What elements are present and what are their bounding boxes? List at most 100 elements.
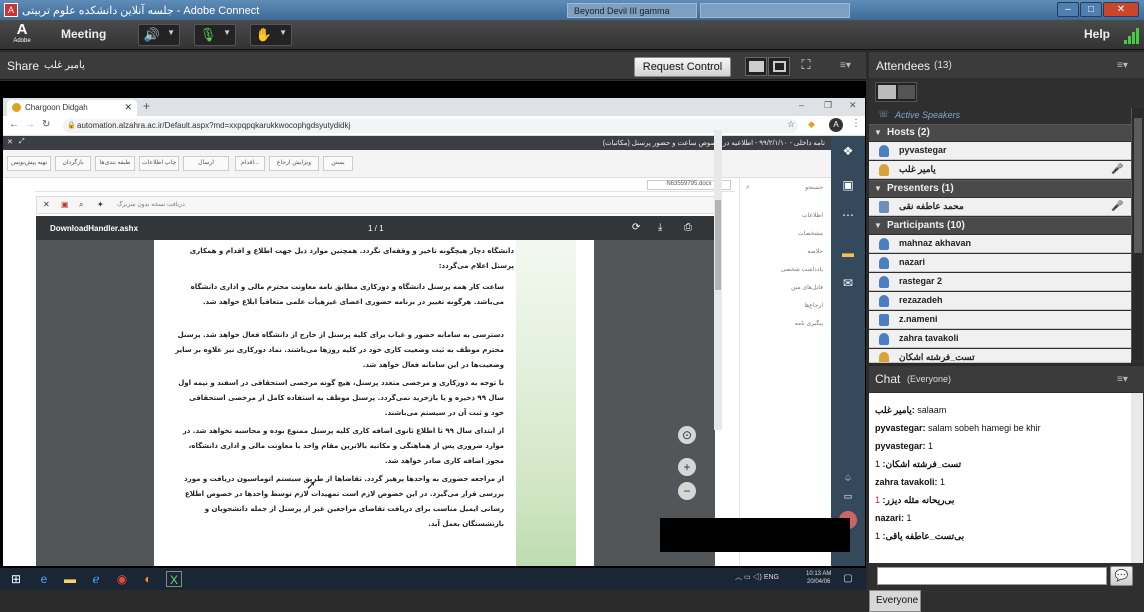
- attendees-scrollbar[interactable]: [1131, 108, 1143, 360]
- scrollbar-thumb[interactable]: [1134, 118, 1142, 253]
- list-view-icon[interactable]: [878, 85, 896, 99]
- pod-options-icon[interactable]: ≡▾: [1117, 374, 1128, 385]
- request-control-button[interactable]: Request Control: [634, 57, 731, 77]
- nav-personal-note[interactable]: یادداشت شخصی: [781, 266, 823, 273]
- chevron-down-icon[interactable]: ▼: [279, 28, 287, 37]
- nav-text-files[interactable]: فایل‌های متن: [791, 284, 823, 291]
- help-menu[interactable]: Help: [1084, 27, 1110, 41]
- attendee-row[interactable]: تست_فرشته اشکان: [869, 349, 1131, 363]
- briefcase-icon[interactable]: ▣: [840, 178, 856, 192]
- background-window-tab[interactable]: Beyond Devil III gamma: [567, 3, 697, 18]
- tray-volume-icon[interactable]: ◁): [753, 574, 762, 581]
- forward-icon[interactable]: →: [25, 119, 35, 130]
- nav-referrals[interactable]: ارجاع‌ها: [804, 302, 823, 309]
- browser-tab[interactable]: Chargoon Didgah ✕: [7, 100, 137, 116]
- meeting-menu[interactable]: Meeting: [61, 27, 106, 41]
- attendee-row[interactable]: rezazadeh: [869, 292, 1131, 310]
- notifications-icon[interactable]: ▢: [840, 571, 856, 587]
- participants-group-header[interactable]: ▼ Participants (10): [869, 217, 1131, 234]
- search-label[interactable]: جستجو: [805, 184, 823, 191]
- attendee-row[interactable]: z.nameni: [869, 311, 1131, 329]
- return-button[interactable]: بازگردان: [55, 156, 91, 171]
- close-letter-button[interactable]: بستن: [323, 156, 353, 171]
- rotate-icon[interactable]: ⟳: [632, 222, 640, 233]
- speaker-button[interactable]: 🔊 ▼: [138, 24, 180, 46]
- scrollbar-thumb[interactable]: [715, 200, 721, 290]
- print-info-button[interactable]: چاپ اطلاعات: [139, 156, 179, 171]
- hosts-group-header[interactable]: ▼ Hosts (2): [869, 124, 1131, 141]
- close-tab-icon[interactable]: ✕: [124, 102, 132, 113]
- attendee-row[interactable]: mahnaz akhavan: [869, 235, 1131, 253]
- classification-button[interactable]: طبقه بندی‌ها: [95, 156, 135, 171]
- close-icon[interactable]: ✕: [849, 100, 857, 111]
- pod-options-icon[interactable]: ≡▾: [840, 60, 851, 71]
- close-icon[interactable]: ✕: [43, 200, 50, 209]
- expand-icon[interactable]: ⤢: [19, 138, 25, 146]
- extension-icon[interactable]: ◆: [808, 119, 815, 130]
- send-button[interactable]: ارسال: [183, 156, 229, 171]
- kebab-menu-icon[interactable]: ⋮: [851, 118, 861, 129]
- restore-icon[interactable]: ❐: [824, 100, 832, 111]
- presenters-group-header[interactable]: ▼ Presenters (1): [869, 180, 1131, 197]
- attendee-row[interactable]: pyvastegar: [869, 142, 1131, 160]
- new-tab-icon[interactable]: +: [143, 99, 150, 113]
- profile-avatar[interactable]: A: [829, 118, 843, 132]
- collapse-triangle-icon[interactable]: ▼: [874, 184, 882, 193]
- fit-width-view-button[interactable]: [745, 57, 767, 76]
- download-icon[interactable]: ⤓: [658, 222, 662, 233]
- tray-network-icon[interactable]: ▭: [744, 574, 751, 581]
- send-message-button[interactable]: 💬: [1110, 566, 1133, 586]
- firefox-icon[interactable]: ◐: [140, 571, 156, 587]
- chat-scrollbar[interactable]: [1131, 393, 1143, 563]
- attendee-row[interactable]: یامیر غلب 🎤: [869, 161, 1131, 179]
- search-icon[interactable]: ⌕: [746, 184, 750, 192]
- edge-icon[interactable]: e: [36, 571, 52, 587]
- close-button[interactable]: ✕: [1103, 2, 1139, 17]
- attendee-row[interactable]: rastegar 2: [869, 273, 1131, 291]
- stamp-icon[interactable]: ✦: [97, 200, 104, 209]
- windows-start-icon[interactable]: ⊞: [8, 571, 24, 587]
- folder-icon[interactable]: ▬: [840, 246, 856, 260]
- zoom-in-icon[interactable]: +: [678, 458, 696, 476]
- nav-follow-up[interactable]: پیگیری نامه: [795, 320, 823, 327]
- chevron-down-icon[interactable]: ▼: [223, 28, 231, 37]
- file-explorer-icon[interactable]: ▬: [62, 571, 78, 587]
- back-icon[interactable]: ←: [9, 119, 19, 130]
- didgah-logo-icon[interactable]: ❖: [840, 144, 856, 158]
- chevron-down-icon[interactable]: ▼: [167, 28, 175, 37]
- chat-tab-everyone[interactable]: Everyone: [869, 590, 921, 612]
- raise-hand-button[interactable]: ✋ ▼: [250, 24, 292, 46]
- edit-referral-button[interactable]: ویرایش ارجاع: [269, 156, 319, 171]
- actual-size-view-button[interactable]: [768, 57, 790, 76]
- excel-icon[interactable]: X: [166, 571, 182, 587]
- more-icon[interactable]: ⋯: [840, 208, 856, 222]
- mail-icon[interactable]: ✉: [840, 276, 856, 290]
- url-field[interactable]: 🔒 automation.alzahra.ac.ir/Default.aspx?…: [63, 119, 798, 133]
- star-icon[interactable]: ☆: [787, 119, 795, 130]
- attendee-row[interactable]: nazari: [869, 254, 1131, 272]
- chat-input[interactable]: [877, 567, 1107, 585]
- fit-page-icon[interactable]: ⊙: [678, 426, 696, 444]
- action-button[interactable]: اقدام...: [235, 156, 265, 171]
- nav-summary[interactable]: خلاصه: [807, 248, 823, 255]
- reload-icon[interactable]: ↻: [42, 119, 50, 130]
- attendee-row[interactable]: محمد عاطفه نقی 🎤: [869, 198, 1131, 216]
- page-scrollbar[interactable]: [714, 130, 722, 430]
- bell-icon[interactable]: ♤: [840, 471, 856, 485]
- minimize-button[interactable]: ‒: [1057, 2, 1079, 17]
- close-icon[interactable]: ✕: [7, 138, 13, 146]
- zoom-out-icon[interactable]: −: [678, 482, 696, 500]
- scan-icon[interactable]: ⌕: [79, 200, 83, 210]
- system-clock[interactable]: 10:13 AM 20/04/06: [806, 570, 831, 586]
- background-window-tab-2[interactable]: [700, 3, 850, 18]
- ie-icon[interactable]: ℯ: [88, 571, 104, 587]
- fullscreen-icon[interactable]: ⛶: [798, 57, 814, 75]
- status-view-icon[interactable]: [898, 85, 915, 99]
- attendee-row[interactable]: zahra tavakoli: [869, 330, 1131, 348]
- no-letterhead-checkbox-label[interactable]: دریافت نسخه بدون سربرگ: [117, 201, 185, 208]
- pdf-icon[interactable]: ▣: [61, 200, 69, 209]
- print-icon[interactable]: ⎙: [684, 222, 692, 233]
- minimize-icon[interactable]: –: [799, 100, 804, 110]
- nav-info[interactable]: اطلاعات: [802, 212, 823, 219]
- draft-button[interactable]: تهیه پیش‌نویس: [7, 156, 51, 171]
